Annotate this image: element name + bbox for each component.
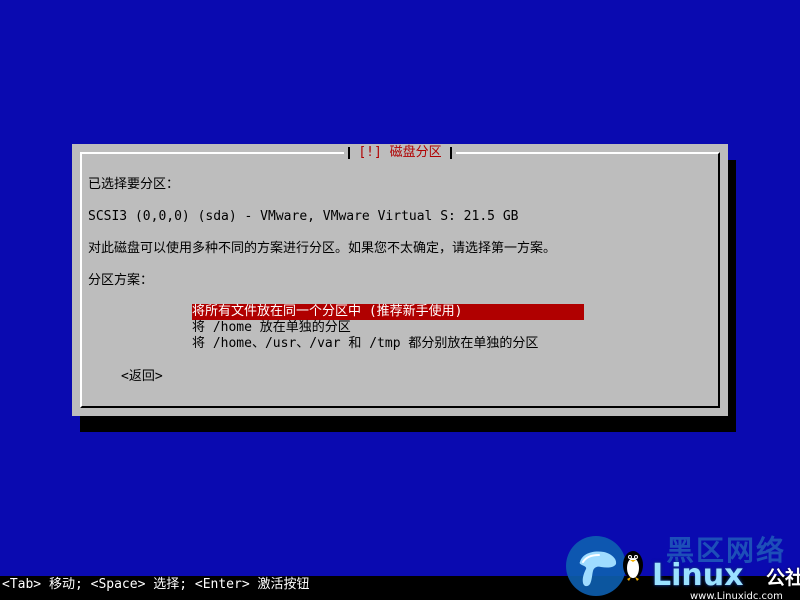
partition-option-all-in-one[interactable]: 将所有文件放在同一个分区中 (推荐新手使用)	[192, 304, 584, 320]
selected-disk-label: 已选择要分区：	[88, 177, 180, 192]
disk-name: SCSI3 (0,0,0) (sda) - VMware, VMware Vir…	[88, 209, 519, 224]
partition-option-separate-home[interactable]: 将 /home 放在单独的分区	[192, 320, 584, 336]
partition-options-list[interactable]: 将所有文件放在同一个分区中 (推荐新手使用) 将 /home 放在单独的分区 将…	[192, 304, 584, 352]
dialog-title: [!] 磁盘分区	[344, 145, 456, 161]
installer-screen: [!] 磁盘分区 已选择要分区： SCSI3 (0,0,0) (sda) - V…	[0, 0, 800, 600]
back-button[interactable]: <返回>	[121, 369, 163, 385]
partition-hint: 对此磁盘可以使用多种不同的方案进行分区。如果您不太确定，请选择第一方案。	[88, 241, 557, 256]
dialog-title-wrap: [!] 磁盘分区	[82, 145, 718, 161]
mushroom-icon	[579, 551, 617, 587]
watermark: 黑区网络 Linux 公社 www.Linuxidc.com	[566, 536, 800, 600]
partition-option-separate-home-usr-var-tmp[interactable]: 将 /home、/usr、/var 和 /tmp 都分别放在单独的分区	[192, 336, 584, 352]
partition-scheme-label: 分区方案：	[88, 273, 154, 288]
watermark-url: www.Linuxidc.com	[690, 591, 783, 600]
watermark-company: 公社	[766, 567, 800, 589]
penguin-icon	[623, 551, 643, 581]
watermark-brand: Linux	[652, 558, 744, 593]
footer-help-text: <Tab> 移动; <Space> 选择; <Enter> 激活按钮	[2, 577, 310, 592]
